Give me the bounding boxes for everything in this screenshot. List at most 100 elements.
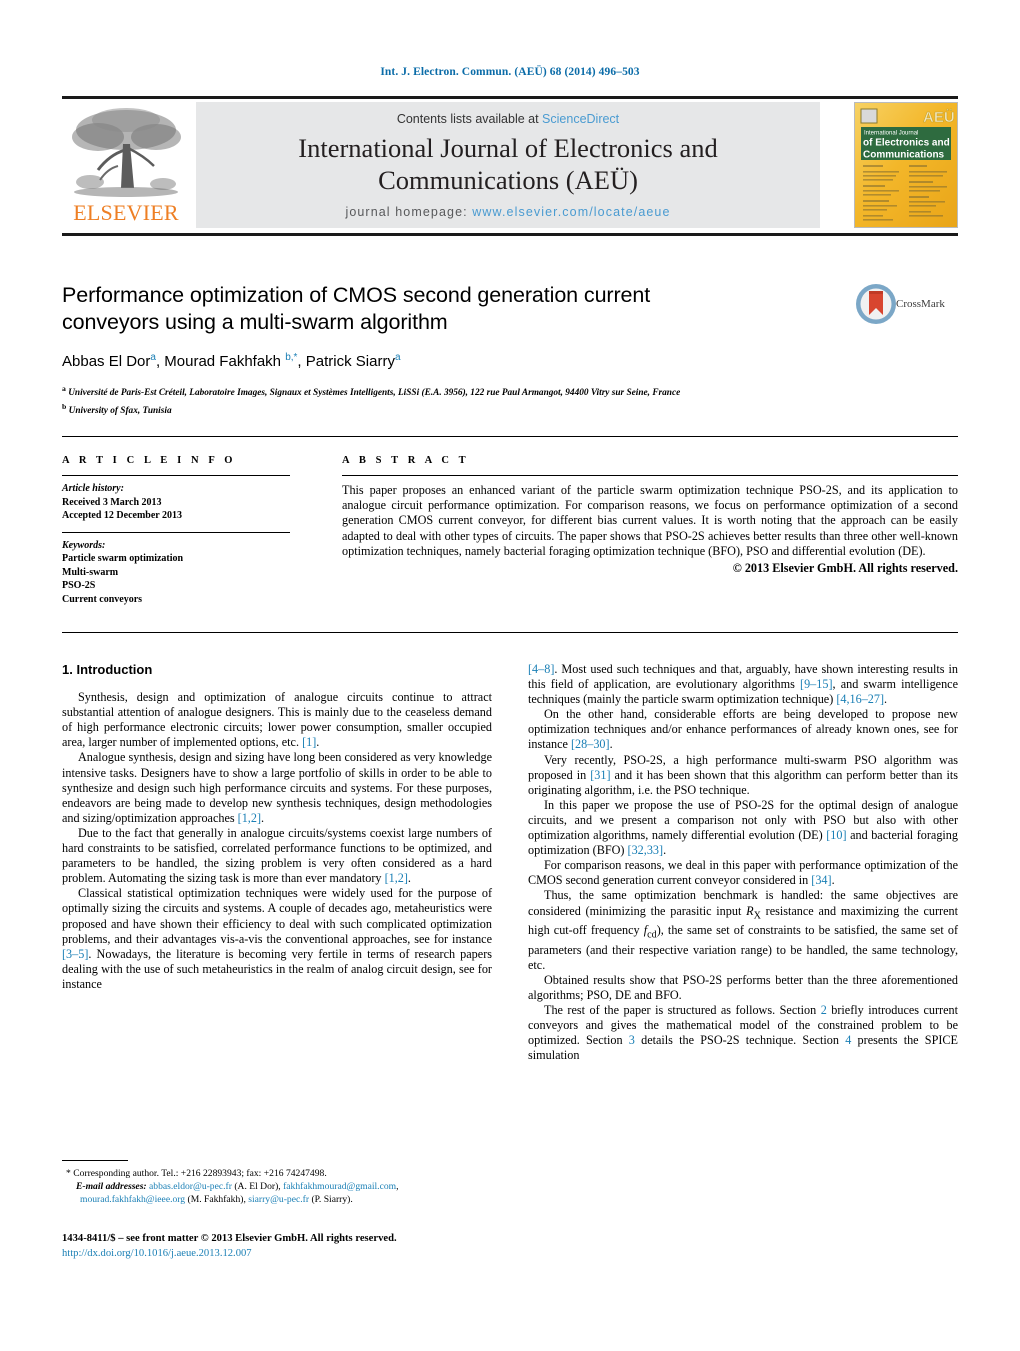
affiliation-text: Université de Paris-Est Créteil, Laborat… [68,388,681,399]
section-ref[interactable]: 3 [629,1033,635,1047]
imprint-block: 1434-8411/$ – see front matter © 2013 El… [62,1232,522,1261]
affiliation-text: University of Sfax, Tunisia [68,406,172,417]
journal-masthead: ELSEVIER Contents lists available at Sci… [62,96,958,236]
body-paragraph: The rest of the paper is structured as f… [528,1002,959,1063]
journal-homepage-line: journal homepage: www.elsevier.com/locat… [196,205,820,219]
keywords-rule [62,531,290,533]
body-paragraph: [4–8]. Most used such techniques and tha… [528,662,958,707]
keyword-item: Current conveyors [62,593,143,605]
body-paragraph: For comparison reasons, we deal in this … [528,858,958,888]
body-paragraph: Synthesis, design and optimization of an… [62,690,492,750]
crossmark-label: CrossMark [896,298,945,310]
affiliation-mark: a [62,384,66,393]
article-info-rule [62,475,290,476]
issn-frontmatter-line: 1434-8411/$ – see front matter © 2013 El… [62,1233,397,1244]
elsevier-wordmark: ELSEVIER [73,200,179,225]
info-bottom-rule [62,632,958,633]
article-page: Int. J. Electron. Commun. (AEÜ) 68 (2014… [0,0,1020,1351]
affiliation-item: a Université de Paris-Est Créteil, Labor… [62,382,822,400]
citation-ref[interactable]: [4,16–27] [836,692,884,706]
email-addresses-note: E-mail addresses: abbas.eldor@u-pec.fr (… [76,1181,399,1206]
title-line1: Performance optimization of CMOS second … [62,283,651,307]
body-paragraph: Obtained results show that PSO-2S perfor… [528,972,958,1002]
body-paragraph: Very recently, PSO-2S, a high performanc… [528,752,958,797]
article-history-received: Received 3 March 2013 [62,496,162,508]
running-head: Int. J. Electron. Commun. (AEÜ) 68 (2014… [380,66,640,78]
email-link[interactable]: abbas.eldor@u-pec.fr [149,1181,232,1192]
article-history-label: Article history: [62,483,124,494]
contents-prefix: Contents lists available at [396,112,543,126]
citation-ref[interactable]: [3–5] [62,947,88,961]
svg-text:AEÜ: AEÜ [923,109,955,126]
article-info-heading: A R T I C L E I N F O [62,455,237,466]
journal-cover-thumbnail: AEÜ International Journal of Electronics… [854,102,958,228]
contents-available-line: Contents lists available at ScienceDirec… [196,112,820,126]
citation-ref[interactable]: [32,33] [628,843,664,857]
crossmark-icon [856,284,896,324]
abstract-heading: A B S T R A C T [342,455,470,466]
citation-ref[interactable]: [4–8] [528,662,554,676]
title-line2: conveyors using a multi-swarm algorithm [62,310,448,334]
email-link[interactable]: mourad.fakhfakh@ieee.org [80,1194,185,1205]
keywords-label: Keywords: [62,539,106,551]
body-column-right: [4–8]. Most used such techniques and tha… [528,662,958,1063]
affiliation-list: a Université de Paris-Est Créteil, Labor… [62,382,822,418]
homepage-url-link[interactable]: www.elsevier.com/locate/aeue [472,205,670,219]
svg-text:of Electronics and: of Electronics and [863,138,950,149]
citation-ref[interactable]: [9–15] [800,677,833,691]
footnote-block: * Corresponding author. Tel.: +216 22893… [62,1160,492,1207]
email-link[interactable]: fakhfakhmourad@gmail.com [283,1181,396,1192]
crossmark-badge[interactable]: CrossMark [854,282,958,332]
masthead-top-rule [62,96,958,99]
body-paragraph: In this paper we propose the use of PSO-… [528,797,958,858]
abstract-rule [342,475,958,476]
sciencedirect-link[interactable]: ScienceDirect [542,112,619,126]
email-label: E-mail addresses: [76,1181,147,1193]
author-list: Abbas El Dora, Mourad Fakhfakh b,*, Patr… [62,352,401,370]
corresponding-author-note: * Corresponding author. Tel.: +216 22893… [66,1168,327,1179]
journal-cover-art: AEÜ International Journal of Electronics… [855,103,957,227]
abstract-panel: A B S T R A C T This paper proposes an e… [342,455,958,576]
email-link[interactable]: siarry@u-pec.fr [248,1194,309,1205]
body-paragraph: Analogue synthesis, design and sizing ha… [62,750,492,825]
author-mark: a [394,352,401,363]
author-name: Patrick Siarry [305,353,395,370]
email-owner: (P. Siarry). [311,1194,353,1206]
section-ref[interactable]: 2 [821,1003,827,1017]
body-paragraph: Due to the fact that generally in analog… [62,825,492,886]
author-mark: a [150,352,156,363]
homepage-label: journal homepage: [345,205,473,219]
section-ref[interactable]: 4 [845,1033,851,1047]
page-title: Performance optimization of CMOS second … [62,282,822,336]
body-paragraph: Thus, the same optimization benchmark is… [528,888,959,972]
affiliation-mark: b [62,402,67,412]
keyword-item: PSO-2S [62,580,96,591]
author-name: Abbas El Dor [62,353,151,370]
info-top-rule [62,436,958,437]
citation-ref[interactable]: [34] [811,873,831,887]
svg-text:Communications: Communications [863,150,945,161]
title-block: Performance optimization of CMOS second … [62,282,822,418]
email-owner: (A. El Dor) [234,1181,279,1193]
masthead-bottom-rule [62,233,958,236]
journal-band: Contents lists available at ScienceDirec… [196,102,820,228]
citation-ref[interactable]: [1,2] [385,871,408,885]
abstract-body: This paper proposes an enhanced variant … [342,483,958,558]
citation-ref[interactable]: [10] [826,828,846,842]
citation-ref[interactable]: [31] [590,768,610,782]
svg-text:International Journal: International Journal [864,131,918,137]
doi-link[interactable]: http://dx.doi.org/10.1016/j.aeue.2013.12… [62,1247,522,1262]
elsevier-logo: ELSEVIER [62,102,190,228]
citation-ref[interactable]: [1,2] [238,811,261,825]
citation-ref[interactable]: [28–30] [571,737,610,751]
affiliation-item: b University of Sfax, Tunisia [62,400,822,418]
section-heading-introduction: 1. Introduction [62,662,153,677]
citation-ref[interactable]: [1] [302,735,316,749]
article-history-accepted: Accepted 12 December 2013 [62,510,183,521]
journal-title: International Journal of Electronics and… [196,132,820,196]
elsevier-tree-icon [72,108,181,197]
body-column-left: 1. Introduction Synthesis, design and op… [62,662,492,992]
body-paragraph: On the other hand, considerable efforts … [528,707,958,752]
abstract-copyright: © 2013 Elsevier GmbH. All rights reserve… [732,561,958,576]
article-info-panel: A R T I C L E I N F O Article history: R… [62,455,292,606]
